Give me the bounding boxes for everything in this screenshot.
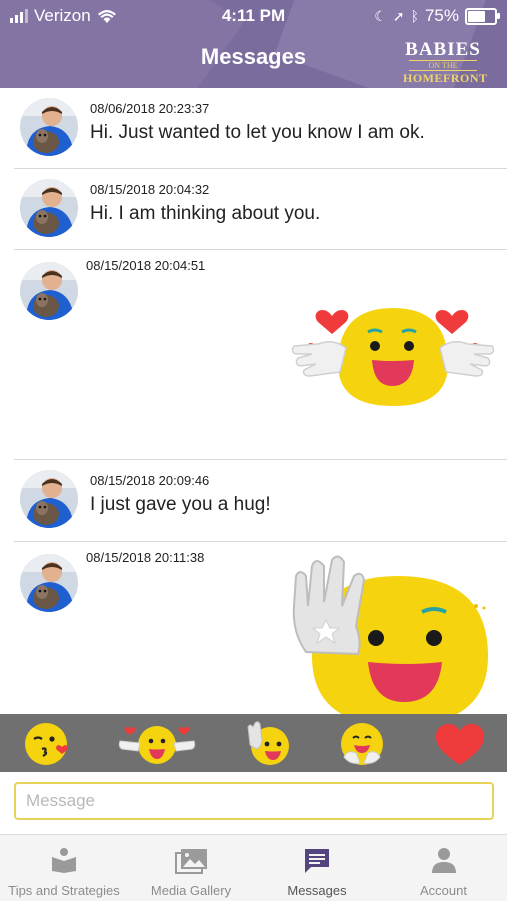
hearts-hands-emoji-icon (291, 308, 495, 406)
message-item: 08/06/2018 20:23:37 Hi. Just wanted to l… (0, 88, 507, 169)
tab-media-gallery[interactable]: Media Gallery (128, 835, 254, 901)
tab-messages[interactable]: Messages (254, 835, 380, 901)
waving-emoji-icon[interactable] (244, 719, 292, 767)
message-timestamp: 08/15/2018 20:09:46 (90, 473, 210, 488)
hug-emoji-icon[interactable] (338, 719, 386, 767)
heart-icon[interactable] (432, 719, 488, 767)
message-timestamp: 08/15/2018 20:04:32 (90, 182, 210, 197)
tab-label: Account (420, 883, 467, 898)
bluetooth-icon: ᛒ (410, 8, 419, 24)
person-icon (431, 848, 456, 873)
avatar (20, 179, 78, 237)
message-item: 08/15/2018 20:04:32 Hi. I am thinking ab… (0, 169, 507, 250)
avatar (20, 554, 78, 612)
message-input[interactable] (14, 782, 494, 820)
message-timestamp: 08/15/2018 20:11:38 (86, 550, 205, 565)
tab-account[interactable]: Account (380, 835, 507, 901)
moon-icon: ☾ (374, 7, 387, 24)
message-item: 08/15/2018 20:04:51 (0, 250, 507, 460)
message-item: 08/15/2018 20:11:38 (0, 542, 507, 714)
message-composer (0, 772, 507, 834)
message-timestamp: 08/15/2018 20:04:51 (86, 258, 206, 273)
avatar (20, 98, 78, 156)
message-text: I just gave you a hug! (90, 494, 271, 515)
sticker-bar (0, 714, 507, 772)
bottom-tab-bar: Tips and Strategies Media Gallery Messag… (0, 834, 507, 901)
gallery-icon (175, 849, 207, 874)
hearts-hands-emoji-icon[interactable] (116, 719, 198, 767)
avatar (20, 262, 78, 320)
waving-hand-emoji-icon (292, 555, 488, 714)
battery-icon (465, 7, 500, 25)
tab-label: Messages (287, 883, 347, 898)
message-list[interactable]: 08/06/2018 20:23:37 Hi. Just wanted to l… (0, 88, 507, 714)
message-text: Hi. I am thinking about you. (90, 203, 321, 224)
message-text: Hi. Just wanted to let you know I am ok. (90, 122, 425, 143)
tab-tips-and-strategies[interactable]: Tips and Strategies (0, 835, 128, 901)
babies-homefront-logo: BABIES ON THE HOMEFRONT (403, 39, 488, 86)
battery-percent: 75% (424, 6, 459, 25)
message-timestamp: 08/06/2018 20:23:37 (90, 101, 210, 116)
tab-label: Media Gallery (150, 883, 232, 898)
location-icon: ➚ (392, 7, 405, 24)
status-bar: Verizon 4:11 PM ☾ ➚ ᛒ 75% (0, 0, 507, 30)
kiss-emoji-icon[interactable] (22, 719, 70, 767)
tab-label: Tips and Strategies (8, 883, 120, 898)
app-header: Verizon 4:11 PM ☾ ➚ ᛒ 75% Messages BABIE… (0, 0, 507, 88)
avatar (20, 470, 78, 528)
message-item: 08/15/2018 20:09:46 I just gave you a hu… (0, 460, 507, 542)
book-person-icon (52, 848, 76, 873)
message-icon (305, 849, 329, 873)
